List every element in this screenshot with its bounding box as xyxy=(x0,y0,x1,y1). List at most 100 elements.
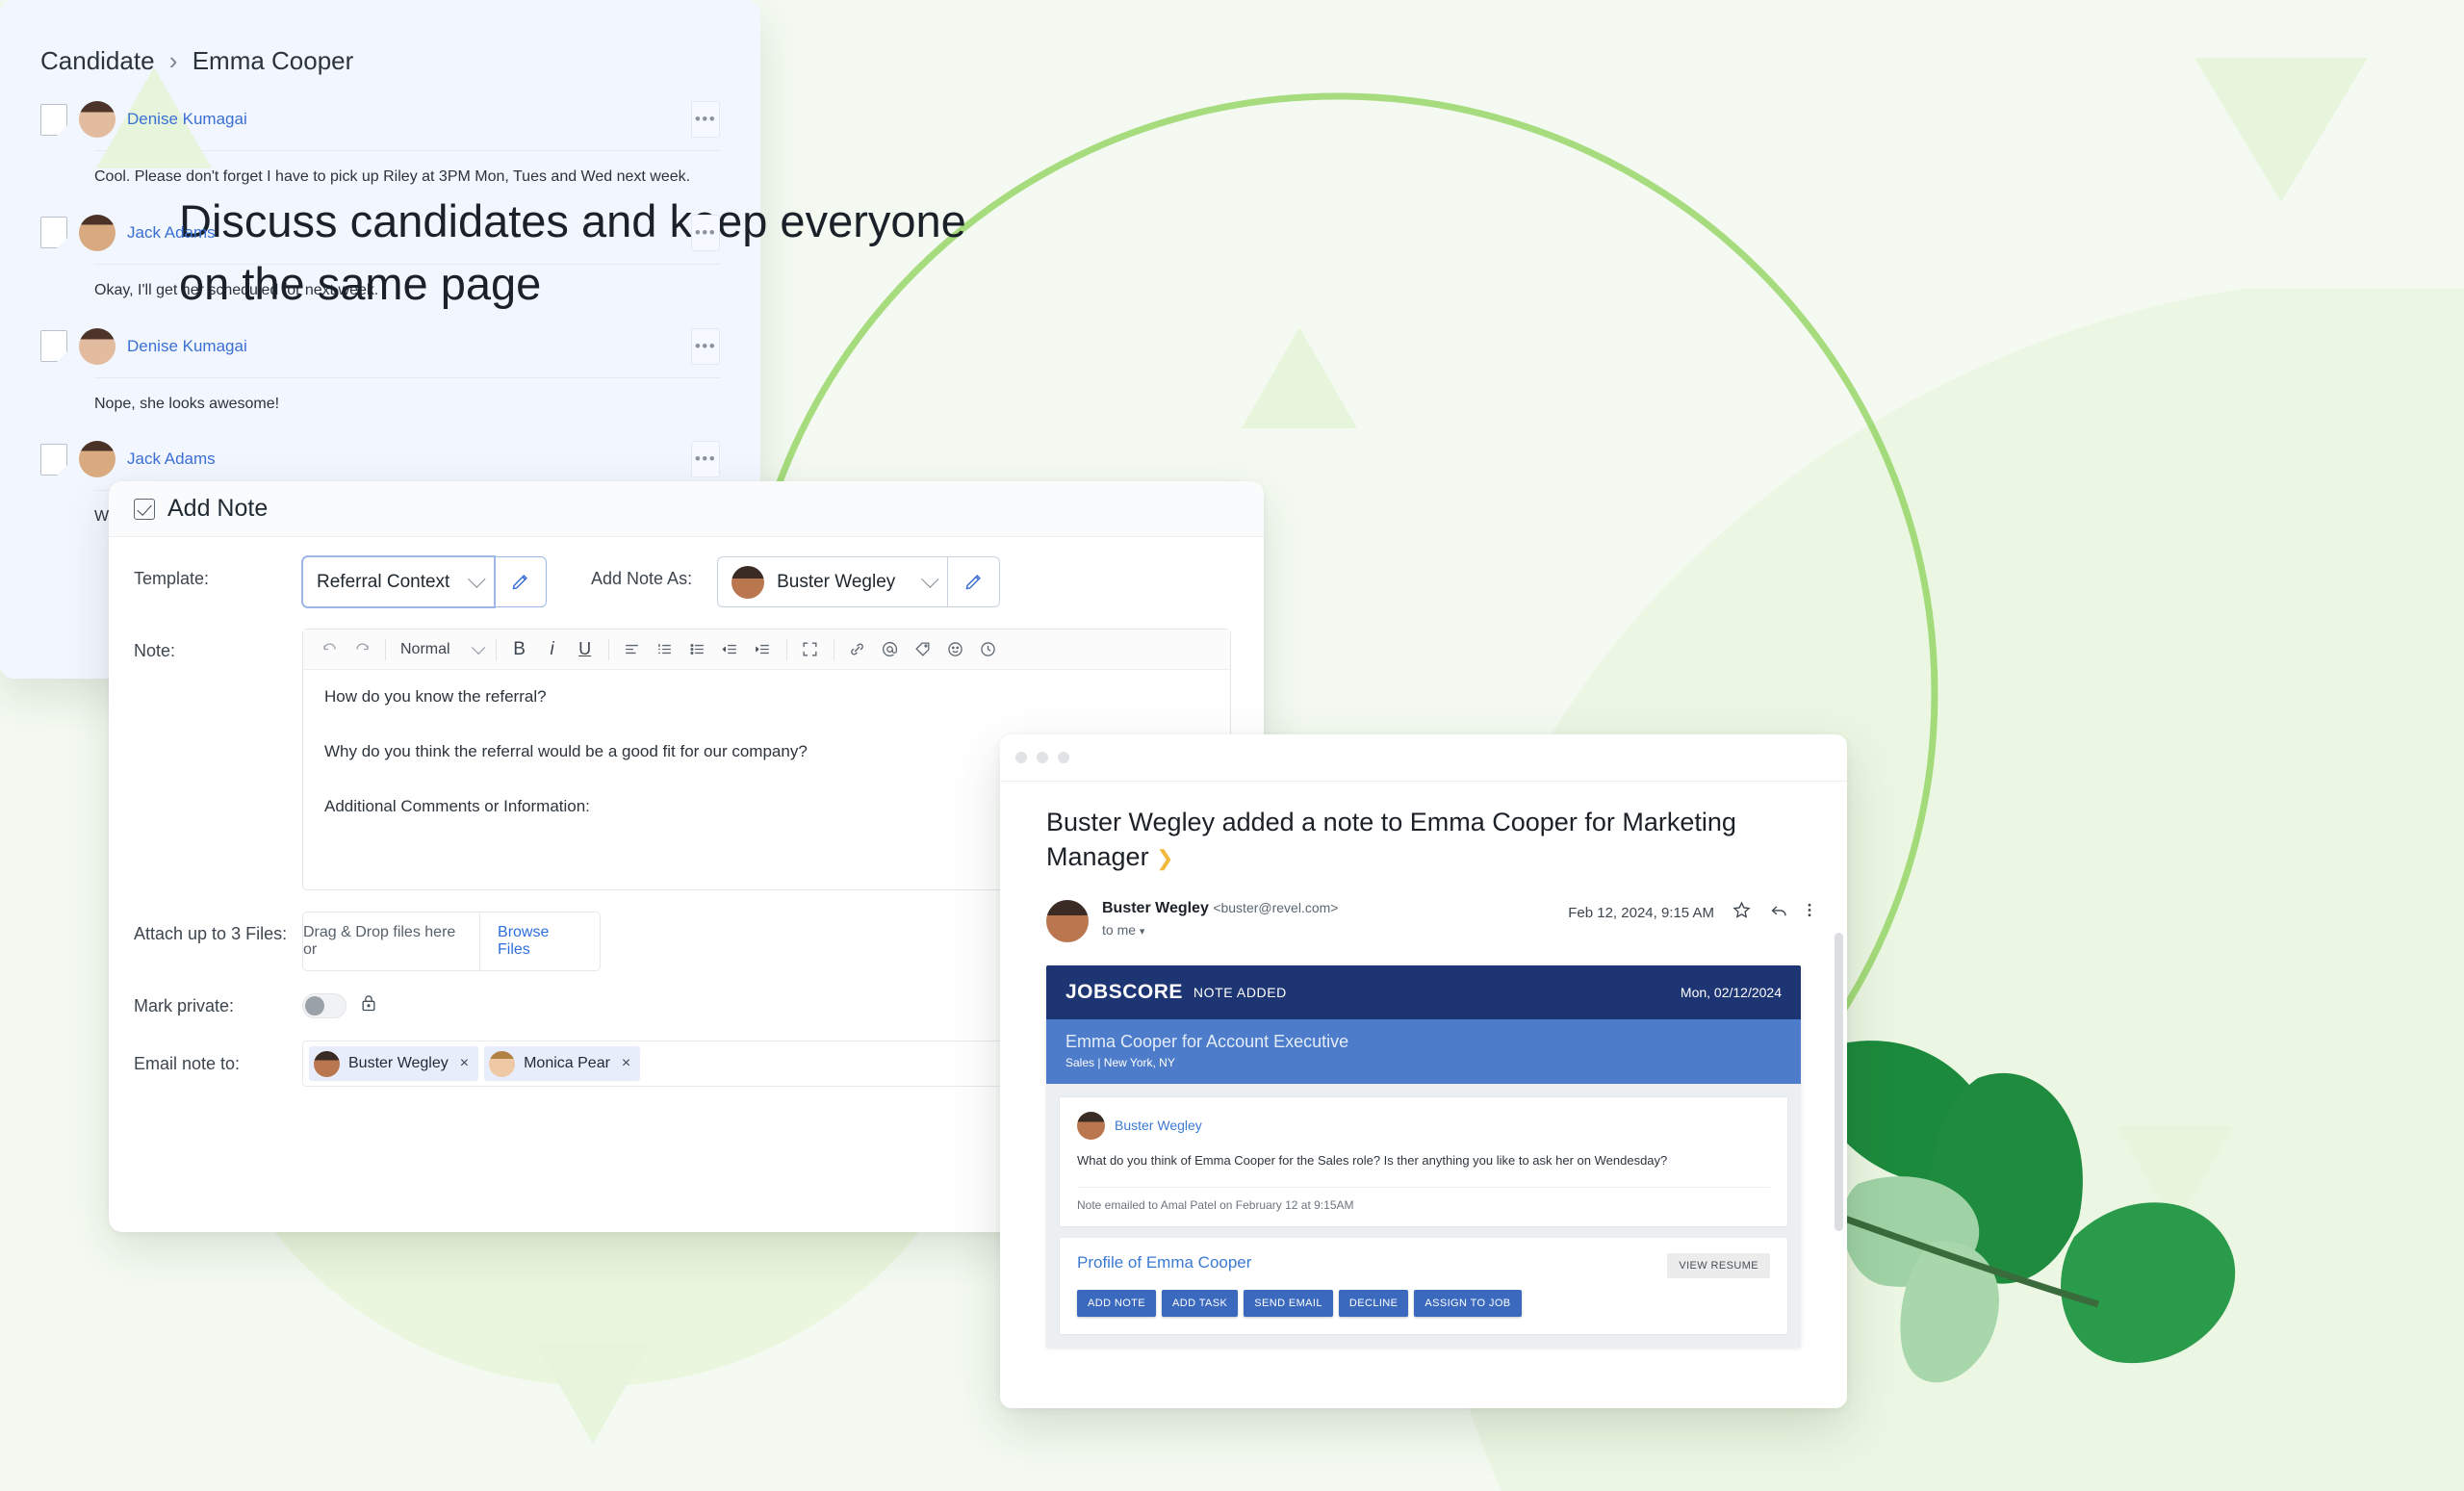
fullscreen-icon[interactable] xyxy=(794,633,827,666)
discussion-author-name[interactable]: Denise Kumagai xyxy=(127,110,247,129)
redo-icon[interactable] xyxy=(346,633,378,666)
avatar-buster-wegley xyxy=(314,1050,340,1077)
note-icon xyxy=(40,330,67,363)
template-select[interactable]: Referral Context xyxy=(302,556,495,607)
note-body-line: How do you know the referral? xyxy=(324,687,547,706)
discussion-item-menu-button[interactable]: ••• xyxy=(691,327,720,365)
discussion-item-menu-button[interactable]: ••• xyxy=(691,101,720,138)
italic-button[interactable]: i xyxy=(536,633,569,666)
email-recipient-line[interactable]: to me ▾ xyxy=(1102,922,1338,938)
jobscore-note-added-label: NOTE ADDED xyxy=(1193,984,1287,1000)
attach-files-label: Attach up to 3 Files: xyxy=(134,924,288,943)
browse-files-button[interactable]: Browse Files xyxy=(479,913,600,970)
jobscore-date: Mon, 02/12/2024 xyxy=(1680,984,1782,1000)
note-icon xyxy=(40,103,67,136)
jobscore-logo-score: SCORE xyxy=(1108,980,1183,1003)
avatar-monica-pear xyxy=(489,1050,516,1077)
ordered-list-icon[interactable] xyxy=(649,633,681,666)
window-dot[interactable] xyxy=(1037,752,1048,763)
add-note-as-select[interactable]: Buster Wegley xyxy=(717,556,949,607)
note-icon xyxy=(40,217,67,249)
template-label: Template: xyxy=(134,569,210,588)
at-mention-icon[interactable] xyxy=(874,633,907,666)
view-resume-button[interactable]: VIEW RESUME xyxy=(1667,1253,1770,1279)
add-note-header: Add Note xyxy=(109,481,1264,537)
window-dot[interactable] xyxy=(1015,752,1027,763)
email-subject: Buster Wegley added a note to Emma Coope… xyxy=(1000,782,1847,875)
add-note-title: Add Note xyxy=(167,495,269,522)
discussion-item-menu-button[interactable]: ••• xyxy=(691,441,720,478)
chevron-down-icon xyxy=(468,570,486,588)
reply-icon[interactable] xyxy=(1769,900,1789,926)
avatar-buster-wegley xyxy=(1046,899,1089,942)
jobscore-logo: JOBSCORE xyxy=(1065,981,1183,1004)
discussion-author-name[interactable]: Jack Adams xyxy=(127,223,216,243)
email-window: Buster Wegley added a note to Emma Coope… xyxy=(1000,734,1847,1408)
email-date: Feb 12, 2024, 9:15 AM xyxy=(1568,904,1714,921)
add-task-button[interactable]: ADD TASK xyxy=(1162,1290,1239,1318)
jobscore-candidate-line: Emma Cooper for Account Executive xyxy=(1065,1031,1349,1051)
subject-marker-icon: ❯ xyxy=(1156,846,1174,871)
recipient-name: Buster Wegley xyxy=(348,1055,449,1071)
chevron-down-icon xyxy=(471,640,485,655)
link-icon[interactable] xyxy=(841,633,874,666)
jobscore-department-line: Sales | New York, NY xyxy=(1065,1055,1175,1069)
email-note-to-label: Email note to: xyxy=(134,1053,241,1073)
underline-button[interactable]: U xyxy=(569,633,602,666)
jobscore-body: Buster Wegley What do you think of Emma … xyxy=(1046,1083,1801,1349)
jobscore-action-buttons: ADD NOTE ADD TASK SEND EMAIL DECLINE ASS… xyxy=(1077,1290,1770,1318)
hero-headline: Discuss candidates and keep everyone on … xyxy=(179,191,1238,316)
file-dropzone[interactable]: Drag & Drop files here or Browse Files xyxy=(302,912,601,971)
to-line-text: to me xyxy=(1102,921,1137,938)
add-note-button[interactable]: ADD NOTE xyxy=(1077,1290,1157,1318)
profile-prefix: Profile of xyxy=(1077,1253,1142,1272)
jobscore-author-name[interactable]: Buster Wegley xyxy=(1115,1118,1202,1133)
avatar-buster-wegley xyxy=(1077,1111,1105,1140)
window-controls xyxy=(1000,734,1847,781)
pencil-icon xyxy=(512,575,527,590)
text-style-select[interactable]: Normal xyxy=(393,640,489,658)
discussion-author-name[interactable]: Jack Adams xyxy=(127,450,216,469)
template-edit-button[interactable] xyxy=(495,556,547,607)
mark-private-toggle[interactable] xyxy=(302,993,346,1018)
jobscore-email-card: JOBSCORE NOTE ADDED Mon, 02/12/2024 Emma… xyxy=(1046,964,1801,1349)
clock-icon[interactable] xyxy=(972,633,1005,666)
close-icon[interactable]: × xyxy=(460,1055,469,1072)
template-select-group[interactable]: Referral Context xyxy=(302,556,547,607)
outdent-icon[interactable] xyxy=(714,633,747,666)
indent-icon[interactable] xyxy=(747,633,780,666)
bullet-list-icon[interactable] xyxy=(681,633,714,666)
email-subject-text: Buster Wegley added a note to Emma Coope… xyxy=(1046,808,1736,872)
email-actions: Feb 12, 2024, 9:15 AM xyxy=(1568,900,1812,926)
email-sender-name: Buster Wegley xyxy=(1102,899,1209,916)
tag-icon[interactable] xyxy=(907,633,939,666)
add-note-as-edit-button[interactable] xyxy=(948,556,1001,607)
jobscore-note-author: Buster Wegley xyxy=(1077,1111,1770,1140)
undo-icon[interactable] xyxy=(313,633,346,666)
discussion-item-menu-button[interactable]: ••• xyxy=(691,214,720,251)
recipient-chip[interactable]: Buster Wegley × xyxy=(309,1046,479,1081)
profile-candidate-name[interactable]: Emma Cooper xyxy=(1146,1253,1252,1272)
emoji-icon[interactable] xyxy=(939,633,972,666)
bold-button[interactable]: B xyxy=(503,633,536,666)
add-note-as-select-group[interactable]: Buster Wegley xyxy=(717,556,1001,607)
send-email-button[interactable]: SEND EMAIL xyxy=(1244,1290,1333,1318)
recipient-name: Monica Pear xyxy=(524,1055,610,1071)
window-dot[interactable] xyxy=(1058,752,1069,763)
add-note-checkbox[interactable] xyxy=(134,498,155,520)
email-scrollbar[interactable] xyxy=(1835,933,1843,1231)
jobscore-header: JOBSCORE NOTE ADDED Mon, 02/12/2024 xyxy=(1046,964,1801,1019)
align-left-icon[interactable] xyxy=(616,633,649,666)
discussion-author-name[interactable]: Denise Kumagai xyxy=(127,337,247,356)
jobscore-logo-job: JOB xyxy=(1065,980,1109,1003)
decline-button[interactable]: DECLINE xyxy=(1338,1290,1409,1318)
star-icon[interactable] xyxy=(1732,900,1752,926)
more-vertical-icon[interactable] xyxy=(1807,900,1812,926)
close-icon[interactable]: × xyxy=(622,1055,630,1072)
avatar-jack-adams xyxy=(79,441,116,478)
toolbar-divider xyxy=(785,638,787,660)
recipient-chip[interactable]: Monica Pear × xyxy=(484,1046,641,1081)
assign-to-job-button[interactable]: ASSIGN TO JOB xyxy=(1414,1290,1522,1318)
jobscore-emailed-note: Note emailed to Amal Patel on February 1… xyxy=(1077,1187,1770,1212)
toolbar-divider xyxy=(495,638,497,660)
